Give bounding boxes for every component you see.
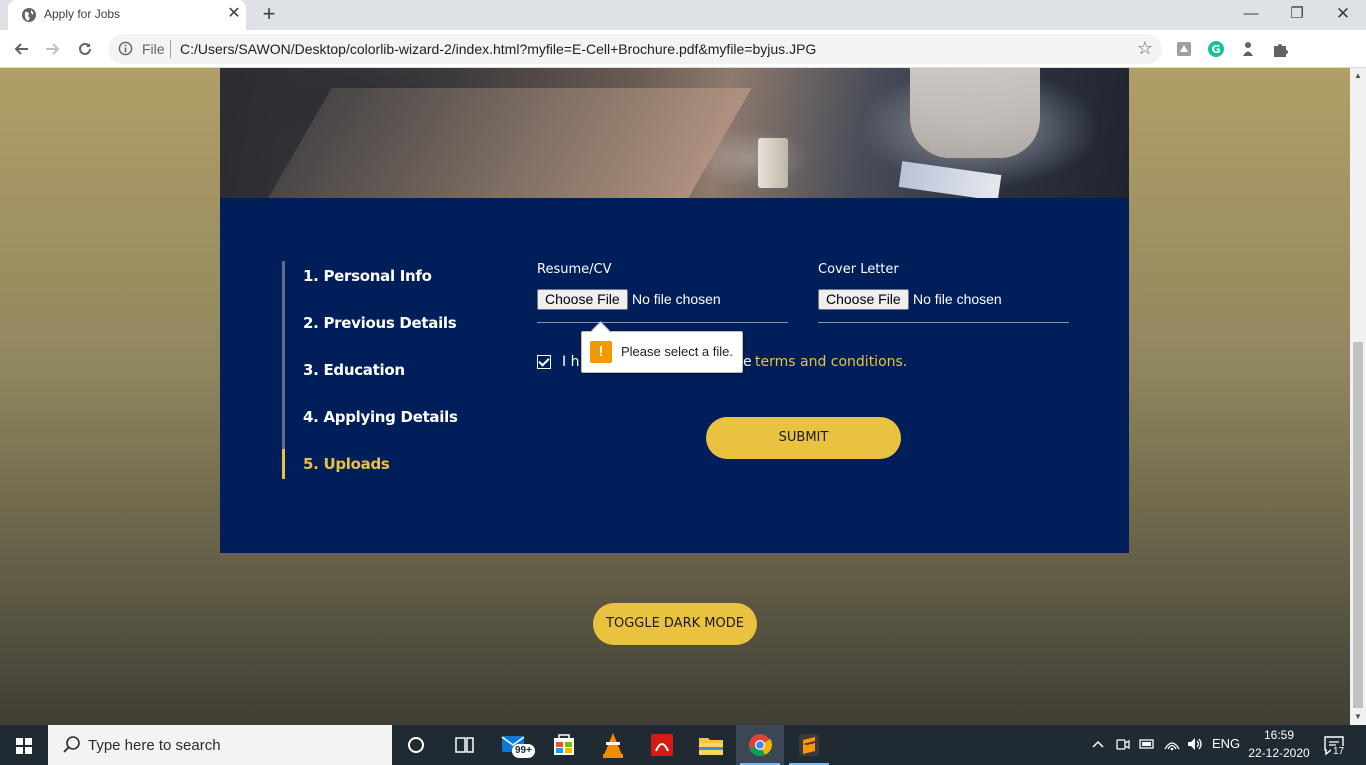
sublime-taskbar-button[interactable]	[785, 725, 833, 765]
acrobat-icon[interactable]	[638, 725, 686, 765]
meet-now-icon[interactable]	[1115, 735, 1131, 753]
input-language[interactable]: ENG	[1212, 736, 1240, 751]
mail-badge: 99+	[512, 744, 535, 758]
browser-toolbar: File C:/Users/SAWON/Desktop/colorlib-wiz…	[0, 30, 1366, 89]
hero-image-cup	[758, 138, 788, 188]
clock-time[interactable]: 16:59	[1259, 728, 1299, 742]
new-tab-button[interactable]: +	[256, 2, 282, 28]
agree-terms-text: I h	[562, 354, 579, 370]
address-separator	[170, 40, 171, 58]
validation-message: Please select a file.	[621, 344, 734, 359]
bookmark-star-icon[interactable]: ☆	[1137, 38, 1153, 59]
active-step-indicator	[282, 449, 285, 479]
browser-tab[interactable]: Apply for Jobs ✕	[8, 0, 246, 30]
windows-start-icon[interactable]	[0, 725, 48, 765]
back-button[interactable]	[8, 36, 34, 62]
validation-tooltip: ! Please select a file.	[581, 331, 743, 373]
search-icon	[63, 736, 80, 753]
arrow-right-icon	[46, 43, 60, 55]
hero-image-person	[910, 68, 1040, 158]
reload-button[interactable]	[72, 36, 98, 62]
arrow-left-icon	[14, 43, 28, 55]
agree-terms-checkbox[interactable]	[537, 355, 551, 369]
vlc-icon[interactable]	[589, 725, 637, 765]
clock-date[interactable]: 22-12-2020	[1246, 746, 1312, 760]
warning-icon: !	[590, 341, 612, 363]
step-applying-details[interactable]: 4. Applying Details	[303, 408, 458, 426]
sublime-text-icon	[799, 734, 819, 756]
page-scrollbar[interactable]: ▲ ▼	[1350, 68, 1366, 725]
chrome-icon	[749, 734, 773, 757]
windows-taskbar: Type here to search 99+ ENG 16:59 22-12-…	[0, 725, 1366, 765]
step-education[interactable]: 3. Education	[303, 361, 405, 379]
resume-file-status: No file chosen	[632, 291, 721, 307]
pdf-extension-icon[interactable]	[1175, 40, 1193, 58]
scroll-down-icon[interactable]: ▼	[1353, 712, 1363, 721]
mail-app-icon[interactable]: 99+	[490, 725, 538, 765]
step-personal-info[interactable]: 1. Personal Info	[303, 267, 432, 285]
task-view-icon[interactable]	[440, 725, 488, 765]
tab-title: Apply for Jobs	[44, 7, 121, 21]
wizard-steps: 1. Personal Info 2. Previous Details 3. …	[282, 261, 482, 479]
cover-letter-choose-file-button[interactable]: Choose File	[818, 289, 909, 310]
file-explorer-icon[interactable]	[687, 725, 735, 765]
close-window-button[interactable]: ✕	[1320, 0, 1366, 30]
close-tab-icon[interactable]: ✕	[225, 5, 243, 23]
resume-field-underline	[537, 322, 788, 323]
grammarly-icon[interactable]: G	[1207, 40, 1225, 58]
toggle-dark-mode-button[interactable]: TOGGLE DARK MODE	[593, 603, 757, 645]
browser-tab-strip: Apply for Jobs ✕ + — ❐ ✕	[0, 0, 1366, 30]
scrollbar-thumb[interactable]	[1353, 342, 1363, 708]
reload-icon	[79, 42, 91, 55]
volume-icon[interactable]	[1186, 735, 1204, 753]
address-bar[interactable]: File C:/Users/SAWON/Desktop/colorlib-wiz…	[108, 34, 1162, 64]
terms-and-conditions-link[interactable]: terms and conditions.	[755, 354, 907, 370]
taskbar-search-box[interactable]: Type here to search	[48, 725, 392, 765]
cover-letter-label: Cover Letter	[818, 262, 899, 277]
step-previous-details[interactable]: 2. Previous Details	[303, 314, 457, 332]
info-icon[interactable]	[118, 41, 133, 56]
submit-button[interactable]: SUBMIT	[706, 417, 901, 459]
page-viewport: 1. Personal Info 2. Previous Details 3. …	[0, 68, 1350, 725]
chrome-taskbar-button[interactable]	[736, 725, 784, 765]
extension-person-icon[interactable]	[1239, 40, 1257, 58]
hero-image-table	[268, 88, 752, 198]
agree-terms-text-tail: e	[743, 354, 752, 370]
notification-count: 17	[1331, 746, 1347, 757]
extensions-puzzle-icon[interactable]	[1271, 40, 1289, 58]
resume-choose-file-button[interactable]: Choose File	[537, 289, 628, 310]
cover-letter-file-status: No file chosen	[913, 291, 1002, 307]
wifi-icon[interactable]	[1163, 735, 1181, 753]
forward-button[interactable]	[40, 36, 66, 62]
agree-terms-text-start: I h	[562, 354, 580, 370]
address-url[interactable]: C:/Users/SAWON/Desktop/colorlib-wizard-2…	[180, 41, 816, 57]
scroll-up-icon[interactable]: ▲	[1353, 71, 1363, 80]
cover-letter-field-underline	[818, 322, 1069, 323]
globe-icon	[22, 8, 36, 22]
show-hidden-icons-icon[interactable]	[1090, 735, 1106, 753]
hero-image-book	[898, 161, 1002, 201]
wizard-card: 1. Personal Info 2. Previous Details 3. …	[220, 198, 1129, 553]
step-uploads[interactable]: 5. Uploads	[303, 455, 390, 473]
battery-icon[interactable]	[1138, 735, 1156, 753]
restore-button[interactable]: ❐	[1274, 0, 1320, 30]
hero-image	[220, 68, 1129, 201]
store-icon[interactable]	[540, 725, 588, 765]
cortana-icon[interactable]	[392, 725, 440, 765]
taskbar-search-placeholder: Type here to search	[88, 737, 221, 754]
minimize-button[interactable]: —	[1228, 0, 1274, 30]
address-scheme: File	[142, 41, 165, 57]
resume-label: Resume/CV	[537, 262, 612, 277]
svg-text:G: G	[1211, 43, 1220, 56]
